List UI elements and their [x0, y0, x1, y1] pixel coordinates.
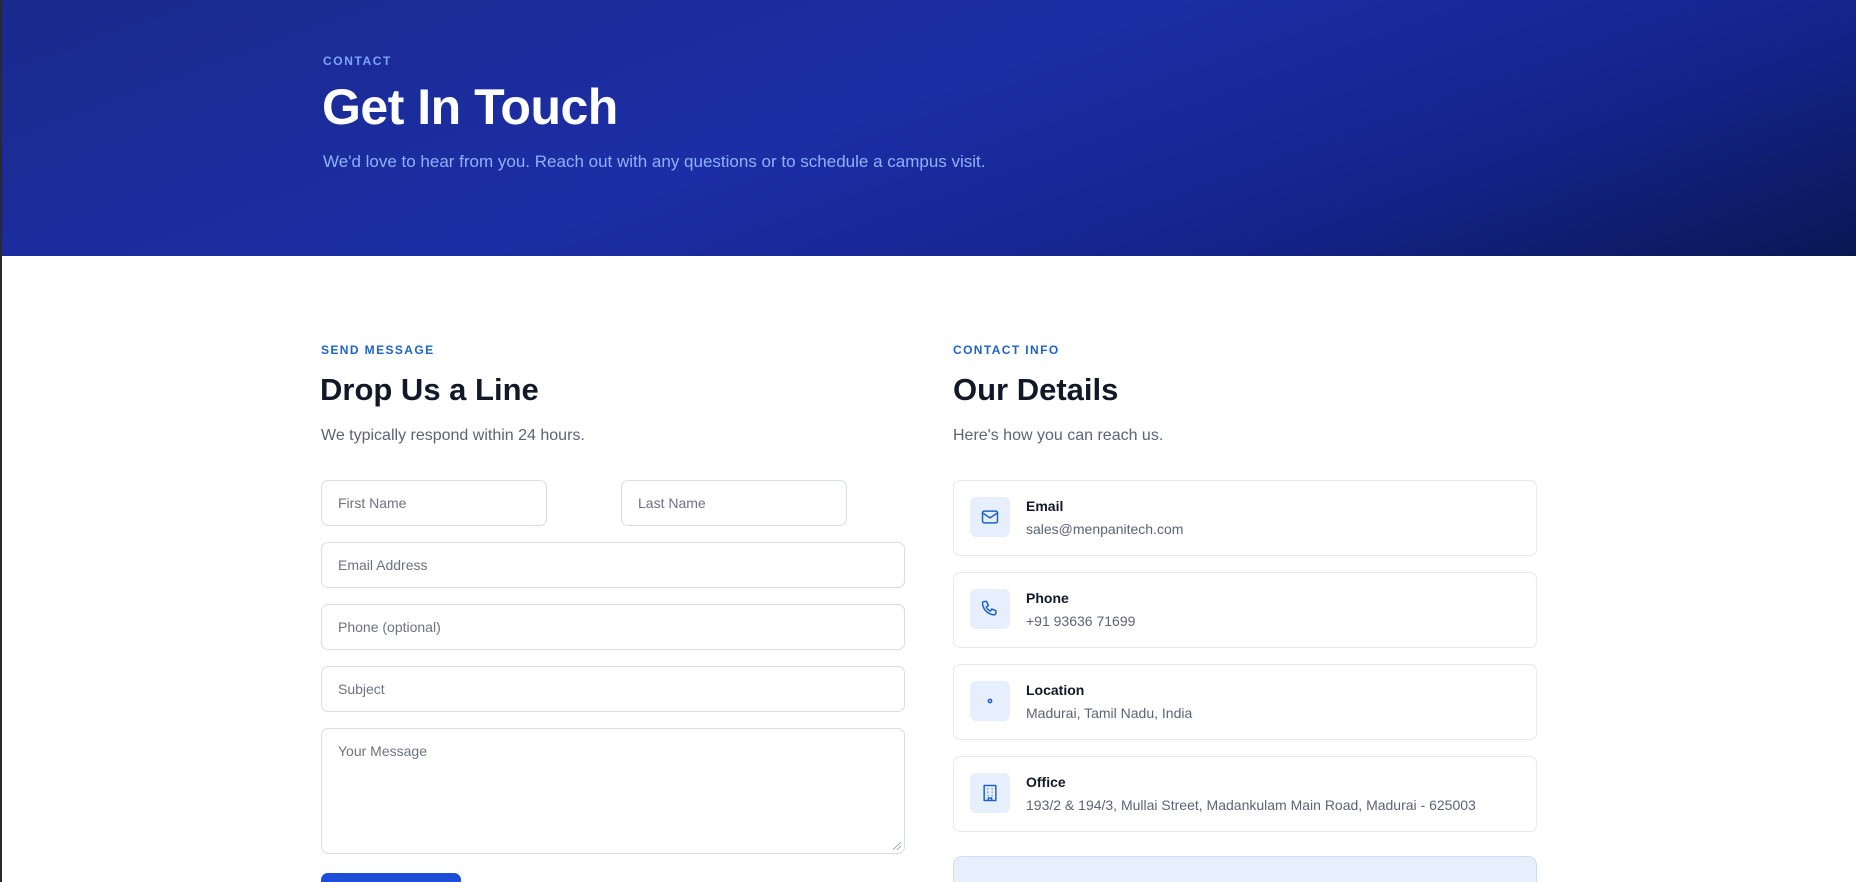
- first-name-placeholder: First Name: [338, 495, 407, 511]
- mail-icon: [970, 497, 1010, 537]
- contact-card-label: Phone: [1026, 590, 1069, 606]
- contact-card-office: Office 193/2 & 194/3, Mullai Street, Mad…: [953, 756, 1537, 832]
- phone-placeholder: Phone (optional): [338, 619, 441, 635]
- page-title: Get In Touch: [322, 79, 618, 135]
- contact-card-value: 193/2 & 194/3, Mullai Street, Madankulam…: [1026, 797, 1476, 813]
- contact-card-label: Location: [1026, 682, 1085, 698]
- location-icon: [970, 681, 1010, 721]
- contact-card-label: Email: [1026, 498, 1064, 514]
- resize-handle-icon[interactable]: [893, 842, 901, 850]
- contact-card-value: Madurai, Tamil Nadu, India: [1026, 705, 1193, 721]
- info-subtitle: Here's how you can reach us.: [953, 427, 1164, 444]
- email-placeholder: Email Address: [338, 557, 428, 573]
- hero-banner: CONTACT Get In Touch We'd love to hear f…: [0, 0, 1856, 256]
- first-name-input[interactable]: First Name: [321, 480, 547, 526]
- email-input[interactable]: Email Address: [321, 542, 905, 588]
- send-message-button[interactable]: [321, 873, 461, 882]
- form-eyebrow: SEND MESSAGE: [321, 343, 435, 357]
- info-title: Our Details: [953, 372, 1119, 407]
- phone-icon: [970, 589, 1010, 629]
- form-subtitle: We typically respond within 24 hours.: [321, 427, 585, 444]
- contact-card-phone: Phone +91 93636 71699: [953, 572, 1537, 648]
- contact-card-value: sales@menpanitech.com: [1026, 521, 1184, 537]
- hero-eyebrow: CONTACT: [323, 54, 392, 68]
- contact-card-value: +91 93636 71699: [1026, 613, 1136, 629]
- subject-placeholder: Subject: [338, 681, 385, 697]
- last-name-placeholder: Last Name: [638, 495, 706, 511]
- contact-card-location: Location Madurai, Tamil Nadu, India: [953, 664, 1537, 740]
- window-edge: [0, 256, 2, 882]
- building-icon: [970, 773, 1010, 813]
- hero-subtitle: We'd love to hear from you. Reach out wi…: [323, 152, 986, 171]
- contact-card-label: Office: [1026, 774, 1066, 790]
- subject-input[interactable]: Subject: [321, 666, 905, 712]
- message-placeholder: Your Message: [338, 743, 427, 759]
- message-textarea[interactable]: Your Message: [321, 728, 905, 854]
- last-name-input[interactable]: Last Name: [621, 480, 847, 526]
- form-title: Drop Us a Line: [320, 372, 539, 407]
- phone-input[interactable]: Phone (optional): [321, 604, 905, 650]
- contact-card-email: Email sales@menpanitech.com: [953, 480, 1537, 556]
- info-eyebrow: CONTACT INFO: [953, 343, 1060, 357]
- info-panel: [953, 856, 1537, 882]
